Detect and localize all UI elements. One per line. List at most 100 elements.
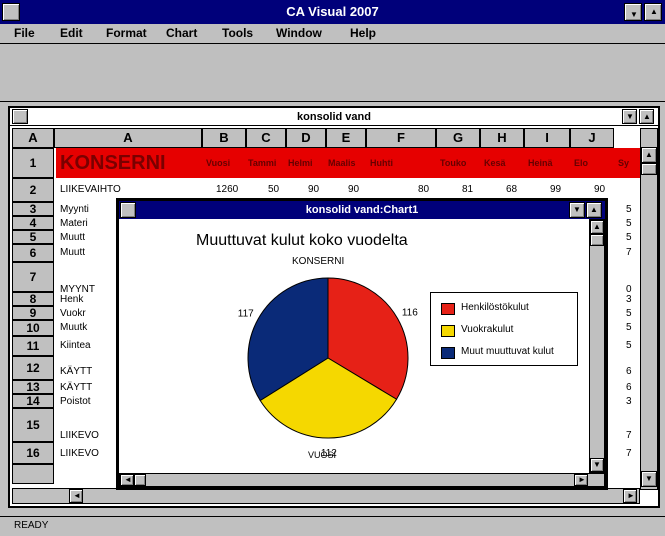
system-menu-button[interactable] <box>2 3 20 21</box>
chart-scroll-right-button[interactable]: ► <box>574 474 588 486</box>
row-header-17[interactable] <box>12 464 54 484</box>
column-header-g[interactable]: G <box>436 128 480 148</box>
cell-j16[interactable]: 7 <box>626 448 632 459</box>
cell-f1[interactable]: Huhti <box>370 158 393 168</box>
column-header-e[interactable]: E <box>326 128 366 148</box>
column-header-f[interactable]: F <box>366 128 436 148</box>
row-header-14[interactable]: 14 <box>12 394 54 408</box>
cell-i2[interactable]: 99 <box>550 184 561 195</box>
sheet-system-menu[interactable] <box>12 109 28 124</box>
row-header-1[interactable]: 1 <box>12 148 54 178</box>
cell-j10[interactable]: 5 <box>626 322 632 333</box>
column-header-h[interactable]: H <box>480 128 524 148</box>
cell-j5[interactable]: 5 <box>626 232 632 243</box>
cell-a11[interactable]: Kiintea <box>60 340 91 351</box>
row-header-3[interactable]: 3 <box>12 202 54 216</box>
row-header-16[interactable]: 16 <box>12 442 54 464</box>
cell-a9[interactable]: Vuokr <box>60 308 86 319</box>
menu-format[interactable]: Format <box>106 26 147 40</box>
chart-horizontal-scrollbar[interactable]: ◄ ► <box>119 473 605 487</box>
cell-j4[interactable]: 5 <box>626 218 632 229</box>
cell-j11[interactable]: 5 <box>626 340 632 351</box>
cell-a2[interactable]: LIIKEVAIHTO <box>60 184 121 195</box>
cell-a13[interactable]: KÄYTT <box>60 382 92 393</box>
cell-a1[interactable]: KONSERNI <box>60 152 166 175</box>
chart-scroll-up-button[interactable]: ▲ <box>590 220 604 234</box>
chart-vertical-scrollbar[interactable]: ▲ ▼ <box>589 219 605 473</box>
cell-j3[interactable]: 5 <box>626 204 632 215</box>
row-header-6[interactable]: 6 <box>12 244 54 262</box>
menu-edit[interactable]: Edit <box>60 26 83 40</box>
row-header-2[interactable]: 2 <box>12 178 54 202</box>
row-header-12[interactable]: 12 <box>12 356 54 380</box>
menu-window[interactable]: Window <box>276 26 322 40</box>
menu-file[interactable]: File <box>14 26 35 40</box>
chart-scroll-left-button[interactable]: ◄ <box>120 474 134 486</box>
cell-h1[interactable]: Kesä <box>484 158 506 168</box>
sheet-horizontal-scrollbar[interactable]: ◄ ► <box>12 488 640 504</box>
cell-g2[interactable]: 81 <box>462 184 473 195</box>
menu-tools[interactable]: Tools <box>222 26 253 40</box>
cell-i1[interactable]: Heinä <box>528 158 553 168</box>
cell-a4[interactable]: Materi <box>60 218 88 229</box>
cell-a16[interactable]: LIIKEVO <box>60 448 99 459</box>
cell-k1[interactable]: Sy <box>618 158 629 168</box>
cell-c1[interactable]: Tammi <box>248 158 276 168</box>
row-header-15[interactable]: 15 <box>12 408 54 442</box>
corner-header[interactable]: A <box>12 128 54 148</box>
row-header-7[interactable]: 7 <box>12 262 54 292</box>
cell-e2[interactable]: 90 <box>348 184 359 195</box>
sheet-scroll-right-button[interactable]: ► <box>623 489 637 503</box>
chart-scroll-h-thumb[interactable] <box>134 474 146 486</box>
column-header-a[interactable]: A <box>54 128 202 148</box>
cell-j1[interactable]: Elo <box>574 158 588 168</box>
cell-d2[interactable]: 90 <box>308 184 319 195</box>
sheet-minimize-button[interactable]: ▼ <box>622 109 637 124</box>
cell-j15[interactable]: 7 <box>626 430 632 441</box>
row-header-10[interactable]: 10 <box>12 320 54 336</box>
cell-j8[interactable]: 3 <box>626 294 632 305</box>
menu-help[interactable]: Help <box>350 26 376 40</box>
cell-b2[interactable]: 1260 <box>216 184 238 195</box>
row-header-9[interactable]: 9 <box>12 306 54 320</box>
chart-maximize-button[interactable]: ▲ <box>586 202 602 218</box>
cell-a6[interactable]: Muutt <box>60 247 85 258</box>
cell-j12[interactable]: 6 <box>626 366 632 377</box>
cell-a14[interactable]: Poistot <box>60 396 91 407</box>
column-header-b[interactable]: B <box>202 128 246 148</box>
column-header-c[interactable]: C <box>246 128 286 148</box>
cell-j14[interactable]: 3 <box>626 396 632 407</box>
menu-chart[interactable]: Chart <box>166 26 197 40</box>
chart-minimize-button[interactable]: ▼ <box>569 202 585 218</box>
row-header-8[interactable]: 8 <box>12 292 54 306</box>
cell-f2[interactable]: 80 <box>418 184 429 195</box>
cell-a8[interactable]: Henk <box>60 294 83 305</box>
column-header-j[interactable]: J <box>570 128 614 148</box>
row-header-4[interactable]: 4 <box>12 216 54 230</box>
sheet-scroll-thumb[interactable] <box>641 163 657 175</box>
column-header-i[interactable]: I <box>524 128 570 148</box>
chart-system-menu[interactable] <box>120 202 136 218</box>
cell-a12[interactable]: KÄYTT <box>60 366 92 377</box>
cell-a10[interactable]: Muutk <box>60 322 87 333</box>
cell-c2[interactable]: 50 <box>268 184 279 195</box>
sheet-maximize-button[interactable]: ▲ <box>639 109 654 124</box>
cell-h2[interactable]: 68 <box>506 184 517 195</box>
maximize-button[interactable]: ▲ <box>644 3 662 21</box>
row-header-11[interactable]: 11 <box>12 336 54 356</box>
cell-e1[interactable]: Maalis <box>328 158 356 168</box>
sheet-scroll-left-button[interactable]: ◄ <box>69 489 83 503</box>
cell-j6[interactable]: 7 <box>626 247 632 258</box>
cell-g1[interactable]: Touko <box>440 158 466 168</box>
sheet-scroll-down-button[interactable]: ▼ <box>641 471 657 487</box>
cell-j2[interactable]: 90 <box>594 184 605 195</box>
cell-b1[interactable]: Vuosi <box>206 158 230 168</box>
sheet-scroll-up-button[interactable]: ▲ <box>641 147 657 163</box>
chart-scroll-down-button[interactable]: ▼ <box>590 458 604 472</box>
row-header-5[interactable]: 5 <box>12 230 54 244</box>
cell-j9[interactable]: 5 <box>626 308 632 319</box>
cell-a3[interactable]: Myynti <box>60 204 89 215</box>
cell-a5[interactable]: Muutt <box>60 232 85 243</box>
cell-a15[interactable]: LIIKEVO <box>60 430 99 441</box>
cell-d1[interactable]: Helmi <box>288 158 313 168</box>
